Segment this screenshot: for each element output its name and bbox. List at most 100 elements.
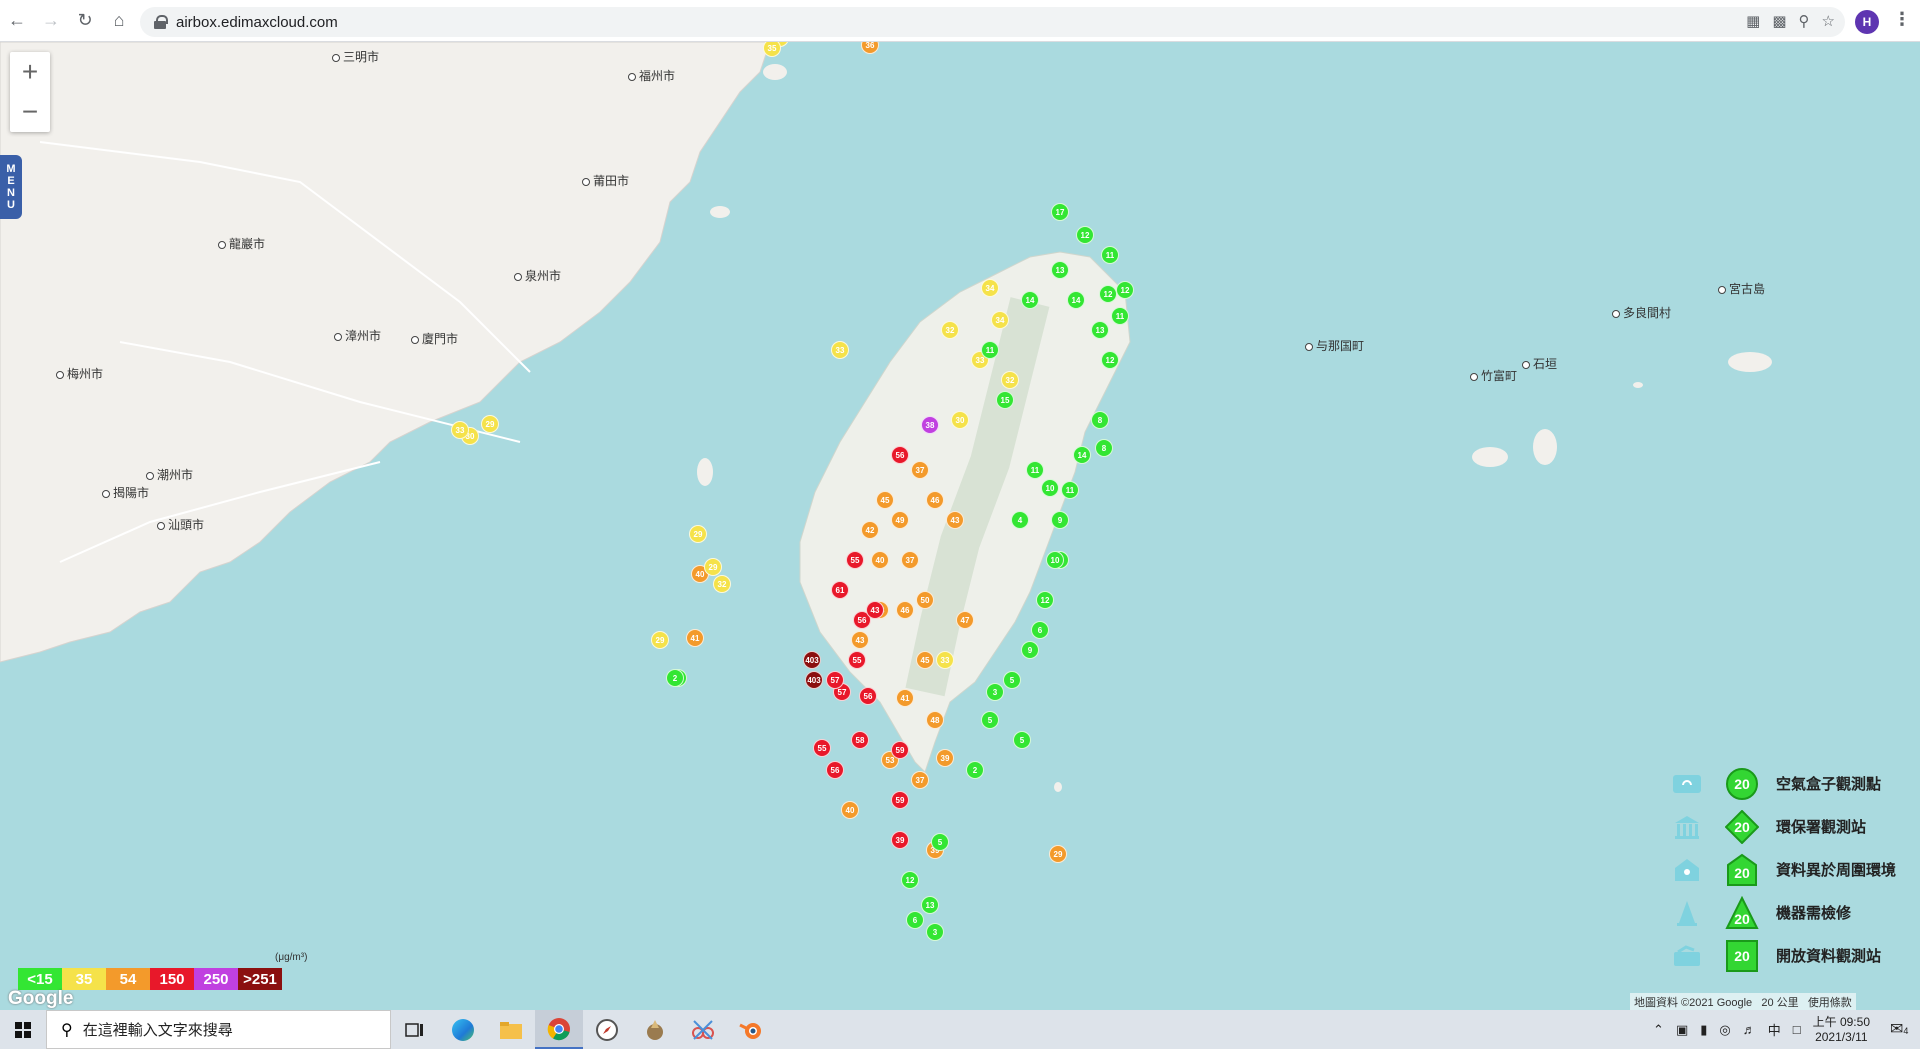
zoom-icon[interactable]: ⚲	[1799, 12, 1810, 30]
back-arrow-icon[interactable]: ←	[0, 4, 34, 38]
sensor-marker[interactable]: 8	[1095, 439, 1113, 457]
sensor-marker[interactable]: 5	[1013, 731, 1031, 749]
sensor-marker[interactable]: 37	[911, 771, 929, 789]
sensor-marker[interactable]: 46	[896, 601, 914, 619]
sensor-marker[interactable]: 14	[1073, 446, 1091, 464]
forward-arrow-icon[interactable]: →	[34, 4, 68, 38]
sensor-marker[interactable]: 17	[1051, 203, 1069, 221]
sensor-marker[interactable]: 56	[826, 761, 844, 779]
sensor-marker[interactable]: 13	[1091, 321, 1109, 339]
sensor-marker[interactable]: 56	[859, 687, 877, 705]
sensor-marker[interactable]: 5	[931, 833, 949, 851]
sensor-marker[interactable]: 29	[481, 415, 499, 433]
sensor-marker[interactable]: 57	[826, 671, 844, 689]
sensor-marker[interactable]: 403	[805, 671, 823, 689]
sensor-marker[interactable]: 32	[713, 575, 731, 593]
sensor-marker[interactable]: 9	[1051, 511, 1069, 529]
terms-link[interactable]: 使用條款	[1808, 997, 1852, 1009]
sensor-marker[interactable]: 14	[1021, 291, 1039, 309]
sensor-marker[interactable]: 49	[891, 511, 909, 529]
edge-icon[interactable]	[439, 1010, 487, 1049]
sensor-marker[interactable]: 5	[1003, 671, 1021, 689]
sensor-marker[interactable]: 55	[846, 551, 864, 569]
sensor-marker[interactable]: 43	[866, 601, 884, 619]
sensor-marker[interactable]: 41	[686, 629, 704, 647]
sensor-marker[interactable]: 39	[891, 831, 909, 849]
snipping-tool-icon[interactable]	[679, 1010, 727, 1049]
task-view-icon[interactable]	[391, 1010, 439, 1049]
sensor-marker[interactable]: 10	[1046, 551, 1064, 569]
sensor-marker[interactable]: 37	[901, 551, 919, 569]
sensor-marker[interactable]: 55	[848, 651, 866, 669]
sensor-marker[interactable]: 403	[803, 651, 821, 669]
chrome-icon[interactable]	[535, 1010, 583, 1049]
sensor-marker[interactable]: 11	[1101, 246, 1119, 264]
blender-icon[interactable]	[727, 1010, 775, 1049]
sensor-marker[interactable]: 9	[1021, 641, 1039, 659]
sensor-marker[interactable]: 46	[926, 491, 944, 509]
sensor-marker[interactable]: 13	[921, 896, 939, 914]
sensor-marker[interactable]: 3	[926, 923, 944, 941]
sensor-marker[interactable]: 12	[1101, 351, 1119, 369]
sensor-marker[interactable]: 29	[704, 558, 722, 576]
sensor-marker[interactable]: 12	[901, 871, 919, 889]
sensor-marker[interactable]: 43	[946, 511, 964, 529]
translate-icon[interactable]: ▩	[1772, 12, 1786, 30]
sensor-marker[interactable]: 33	[831, 341, 849, 359]
sensor-marker[interactable]: 45	[876, 491, 894, 509]
ime-mode-icon[interactable]: □	[1793, 1022, 1801, 1037]
sensor-marker[interactable]: 13	[1051, 261, 1069, 279]
notification-center-icon[interactable]: ✉4	[1890, 1019, 1912, 1041]
sensor-marker[interactable]: 33	[451, 421, 469, 439]
sensor-marker[interactable]: 34	[981, 279, 999, 297]
sensor-marker[interactable]: 61	[831, 581, 849, 599]
sensor-marker[interactable]: 12	[1076, 226, 1094, 244]
sensor-marker[interactable]: 5	[981, 711, 999, 729]
sensor-marker[interactable]: 39	[936, 749, 954, 767]
compass-app-icon[interactable]	[583, 1010, 631, 1049]
home-icon[interactable]: ⌂	[102, 4, 136, 38]
chevron-up-icon[interactable]: ⌃	[1653, 1022, 1664, 1038]
more-menu-icon[interactable]: ⋮	[1893, 9, 1911, 30]
sensor-marker[interactable]: 48	[926, 711, 944, 729]
sensor-marker[interactable]: 14	[1067, 291, 1085, 309]
sensor-marker[interactable]: 29	[689, 525, 707, 543]
ime-indicator[interactable]: 中	[1768, 1020, 1781, 1039]
taskbar-search-box[interactable]: ⚲ 在這裡輸入文字來搜尋	[46, 1010, 391, 1049]
sensor-marker[interactable]: 11	[1026, 461, 1044, 479]
zoom-out-button[interactable]: −	[10, 92, 50, 132]
sensor-marker[interactable]: 40	[871, 551, 889, 569]
sensor-marker[interactable]: 12	[1116, 281, 1134, 299]
sensor-marker[interactable]: 58	[851, 731, 869, 749]
sensor-marker[interactable]: 12	[1099, 285, 1117, 303]
start-button[interactable]	[0, 1010, 46, 1049]
sensor-marker[interactable]: 30	[951, 411, 969, 429]
volume-icon[interactable]: ♬	[1743, 1022, 1756, 1037]
sensor-marker[interactable]: 32	[941, 321, 959, 339]
sensor-marker[interactable]: 41	[896, 689, 914, 707]
sensor-marker[interactable]: 59	[891, 741, 909, 759]
sensor-marker[interactable]: 6	[1031, 621, 1049, 639]
sensor-marker[interactable]: 4	[1011, 511, 1029, 529]
sensor-marker[interactable]: 10	[1041, 479, 1059, 497]
file-explorer-icon[interactable]	[487, 1010, 535, 1049]
sensor-marker[interactable]: 3	[986, 683, 1004, 701]
sensor-marker[interactable]: 55	[813, 739, 831, 757]
battery-icon[interactable]: ▮	[1700, 1022, 1707, 1038]
sensor-marker[interactable]: 11	[981, 341, 999, 359]
clock[interactable]: 上午 09:50 2021/3/11	[1813, 1015, 1870, 1045]
wifi-icon[interactable]: ◎	[1719, 1022, 1730, 1038]
url-text[interactable]: airbox.edimaxcloud.com	[176, 14, 338, 31]
pen-tool-icon[interactable]	[631, 1010, 679, 1049]
sensor-marker[interactable]: 12	[1036, 591, 1054, 609]
sensor-marker[interactable]: 40	[841, 801, 859, 819]
reload-icon[interactable]: ↻	[68, 4, 102, 38]
sensor-marker[interactable]: 33	[936, 651, 954, 669]
sensor-marker[interactable]: 2	[666, 669, 684, 687]
sensor-marker[interactable]: 37	[911, 461, 929, 479]
sensor-marker[interactable]: 29	[1049, 845, 1067, 863]
bookmark-star-icon[interactable]: ☆	[1822, 12, 1835, 30]
map-canvas[interactable]: 三明市 福州市 莆田市 龍巖市 泉州市 漳州市 廈門市 梅州市 潮州市 揭陽市 …	[0, 42, 1920, 1010]
sensor-marker[interactable]: 8	[1091, 411, 1109, 429]
sensor-marker[interactable]: 34	[991, 311, 1009, 329]
